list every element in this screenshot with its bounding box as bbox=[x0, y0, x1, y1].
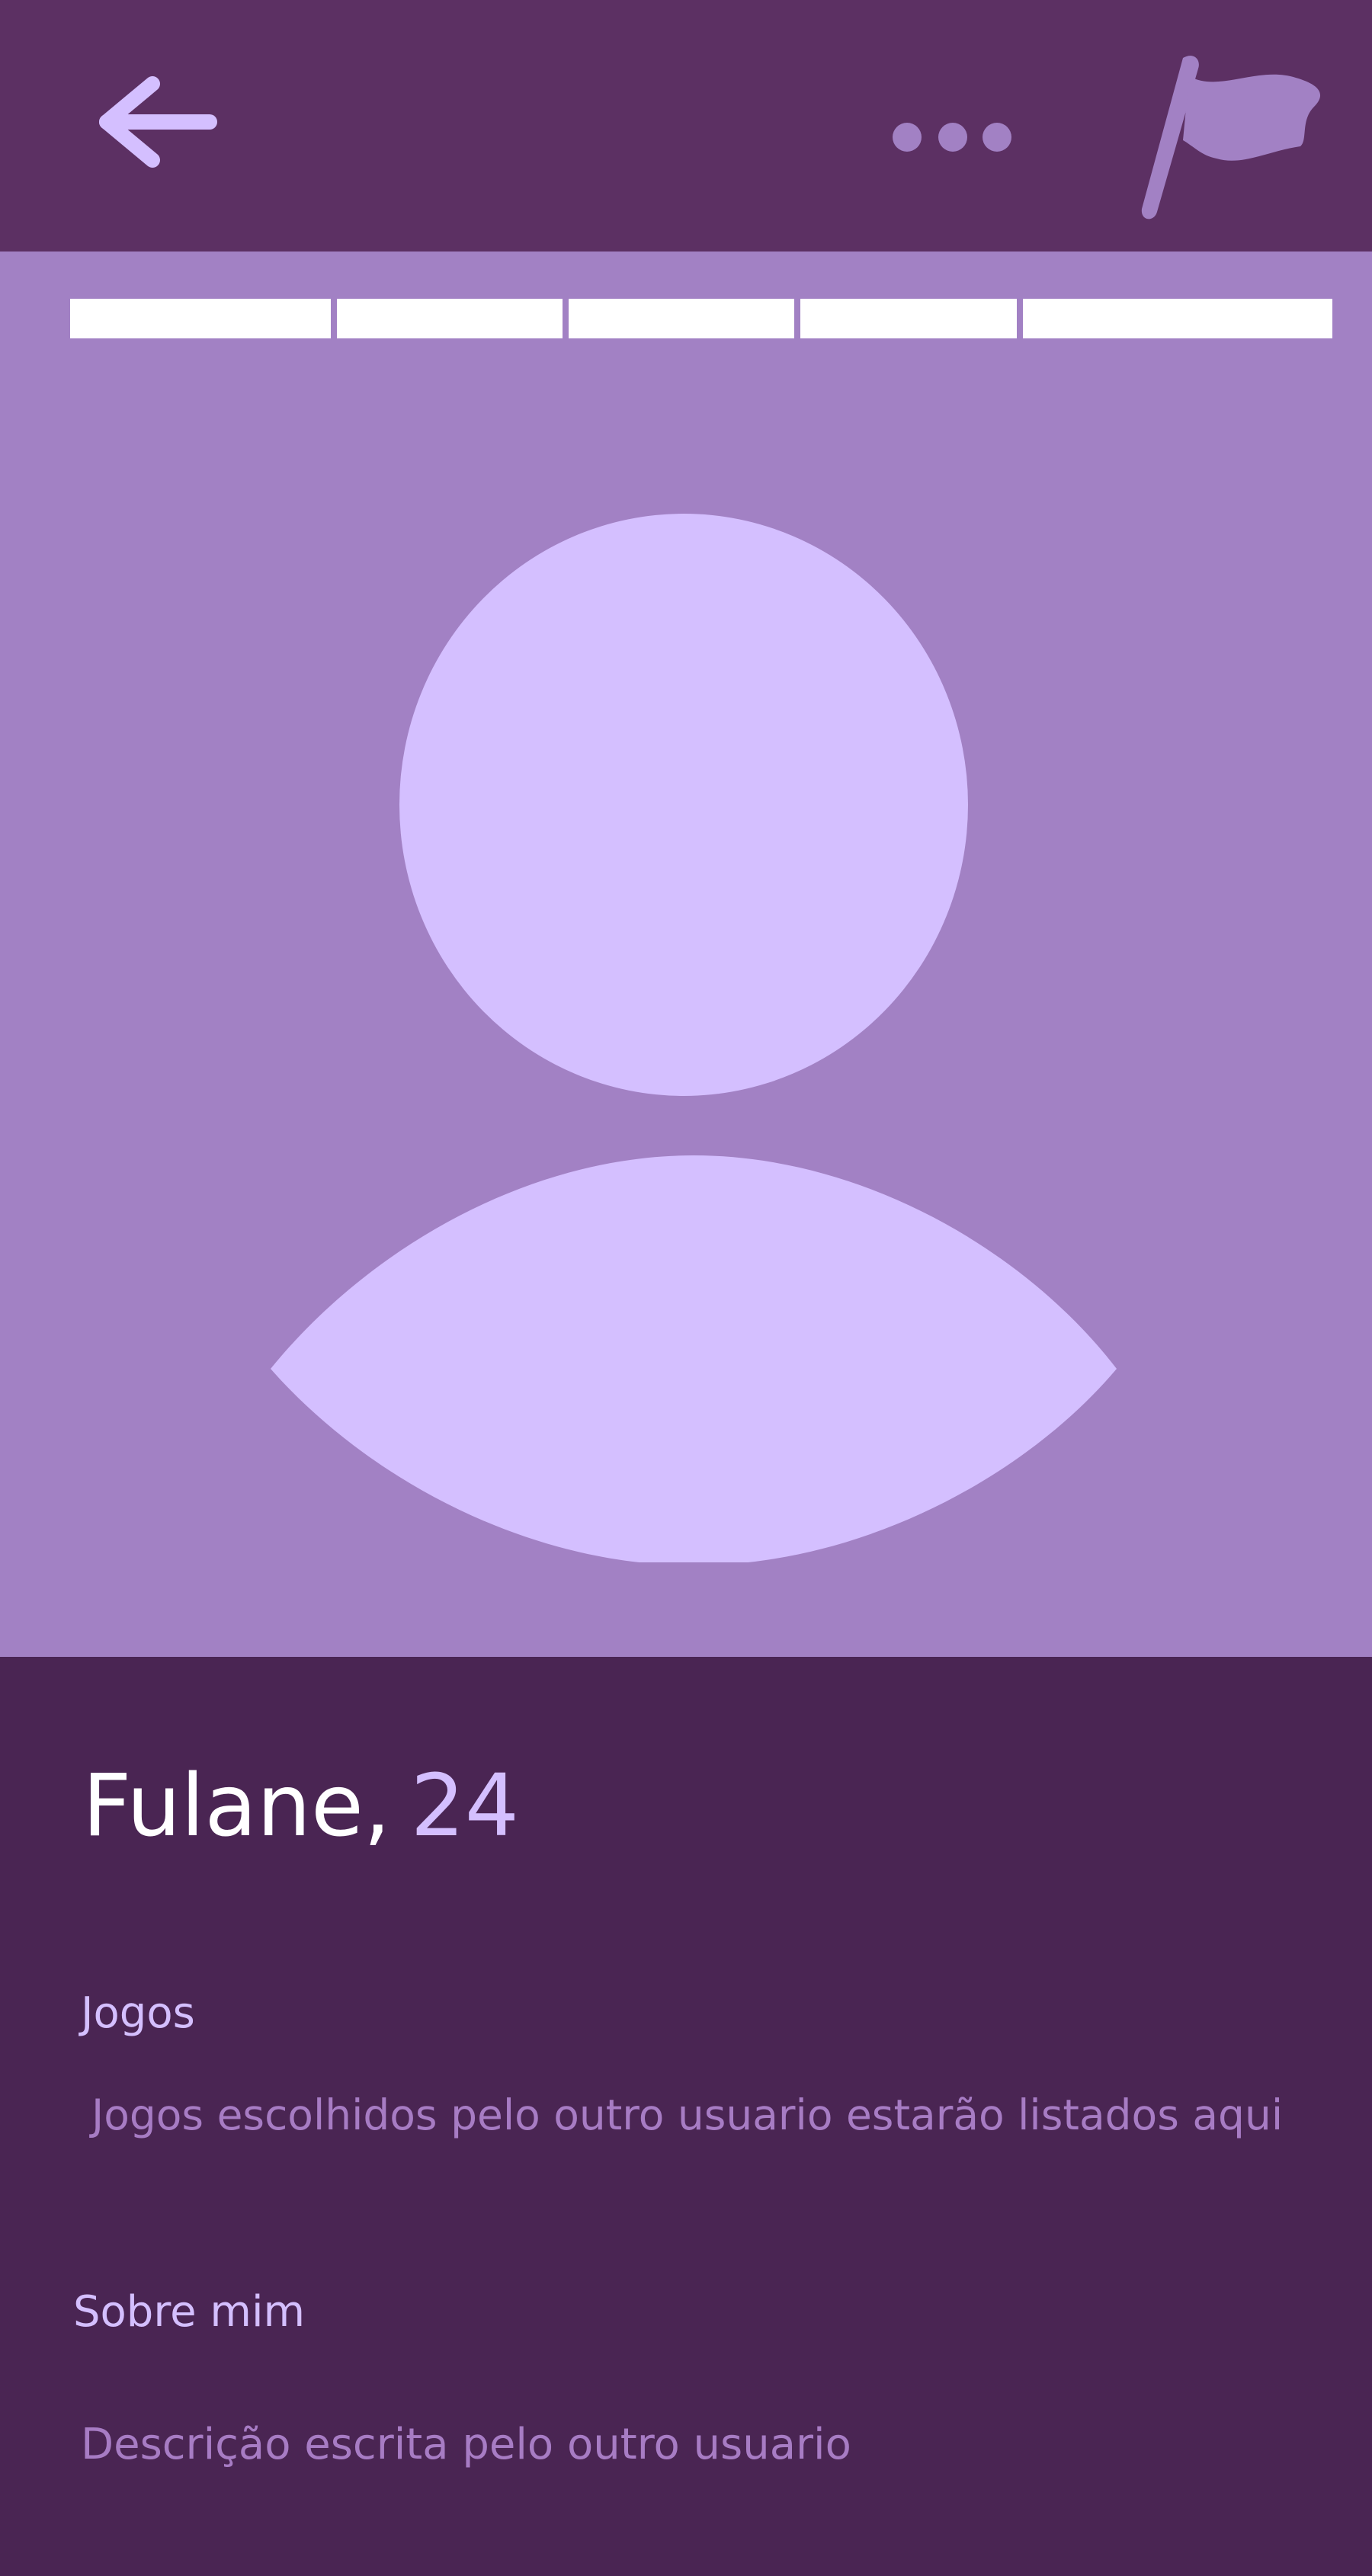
profile-photo[interactable] bbox=[0, 252, 1372, 1657]
profile-info: Fulane, 24 Jogos Jogos escolhidos pelo ou… bbox=[0, 1657, 1372, 2576]
profile-name: Fulane bbox=[82, 1757, 364, 1856]
photo-progress-segment[interactable] bbox=[70, 299, 331, 338]
photo-progress-segment[interactable] bbox=[569, 299, 794, 338]
top-bar bbox=[0, 0, 1372, 252]
arrow-left-icon[interactable] bbox=[91, 69, 229, 175]
flag-icon[interactable] bbox=[1128, 46, 1326, 229]
person-placeholder-icon bbox=[271, 514, 1117, 1562]
profile-age: 24 bbox=[410, 1757, 520, 1856]
about-section-text: Descrição escrita pelo outro usuario bbox=[81, 2420, 851, 2469]
games-section-text: Jogos escolhidos pelo outro usuario esta… bbox=[91, 2091, 1284, 2139]
photo-progress-indicator bbox=[70, 299, 1332, 338]
name-separator: , bbox=[363, 1757, 391, 1856]
games-section-title: Jogos bbox=[81, 1988, 195, 2038]
photo-progress-segment[interactable] bbox=[337, 299, 563, 338]
more-horizontal-icon[interactable] bbox=[877, 107, 1029, 168]
profile-screen: Fulane, 24 Jogos Jogos escolhidos pelo ou… bbox=[0, 0, 1372, 2576]
photo-progress-segment[interactable] bbox=[800, 299, 1017, 338]
profile-heading: Fulane, 24 bbox=[82, 1764, 519, 1849]
photo-progress-segment[interactable] bbox=[1023, 299, 1332, 338]
about-section-title: Sobre mim bbox=[73, 2287, 306, 2337]
